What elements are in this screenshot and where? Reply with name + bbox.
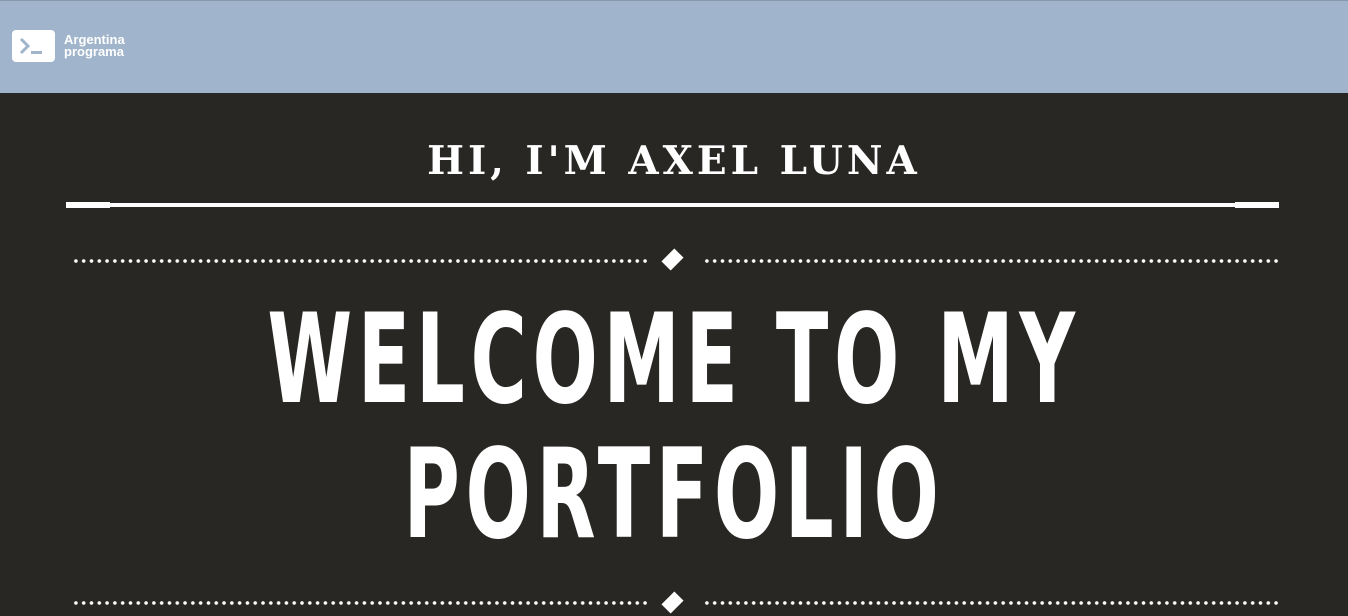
logo-text: Argentina programa (64, 33, 125, 59)
diamond-ornament-bottom (661, 591, 684, 614)
welcome-title-line-1: WELCOME TO MY (267, 288, 1081, 432)
dotted-divider-left-bottom (72, 601, 647, 605)
divider-line (66, 202, 1279, 208)
dotted-divider-left-top (72, 259, 647, 263)
dotted-divider-right-top (703, 259, 1278, 263)
greeting-heading: HI, I'M AXEL LUNA (427, 138, 921, 184)
welcome-title-line-2: PORTFOLIO (403, 423, 945, 567)
hero-section: HI, I'M AXEL LUNA WELCOME TO MY PORTFOLI… (0, 93, 1348, 616)
diamond-ornament-top (661, 248, 684, 271)
dotted-divider-right-bottom (703, 601, 1278, 605)
terminal-prompt-icon (12, 30, 55, 62)
argentina-programa-logo[interactable]: Argentina programa (12, 30, 125, 62)
top-navbar: Argentina programa (0, 0, 1348, 93)
logo-line-2: programa (64, 44, 124, 59)
